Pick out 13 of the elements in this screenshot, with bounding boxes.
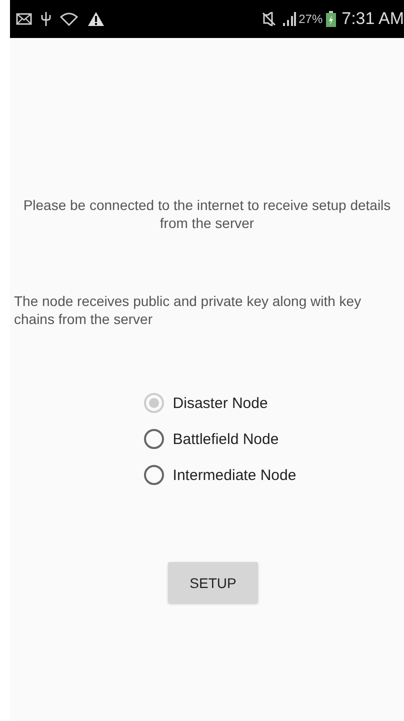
clock-time: 7:31 AM bbox=[342, 9, 404, 29]
warning-icon bbox=[87, 11, 105, 27]
usb-icon bbox=[41, 11, 51, 27]
node-radio-option[interactable]: Battlefield Node bbox=[144, 426, 296, 452]
info-text: Please be connected to the internet to receive setup details from the server bbox=[22, 196, 392, 232]
wifi-icon bbox=[60, 12, 78, 26]
battery-icon bbox=[326, 11, 336, 27]
node-radio-option[interactable]: Intermediate Node bbox=[144, 462, 296, 488]
info-text: The node receives public and private key along with key chains from the server bbox=[14, 292, 362, 328]
setup-button[interactable]: SETUP bbox=[168, 562, 258, 603]
battery-percent: 27% bbox=[298, 12, 323, 26]
signal-icon bbox=[282, 12, 296, 26]
mail-icon bbox=[16, 13, 32, 25]
